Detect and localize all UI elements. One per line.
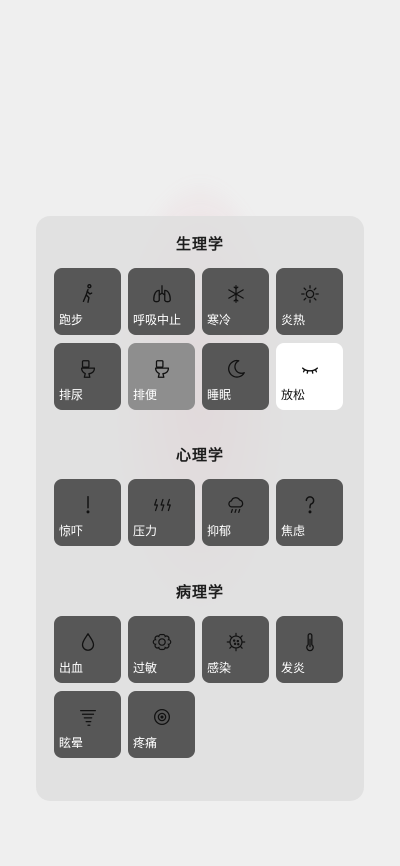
tile-label: 跑步 <box>59 313 84 327</box>
tile-apnea[interactable]: 呼吸中止 <box>128 268 195 335</box>
running-figure-icon <box>54 282 121 306</box>
rain-cloud-icon <box>202 493 269 517</box>
toilet-icon <box>54 357 121 381</box>
tile-anxiety[interactable]: 焦虑 <box>276 479 343 546</box>
tile-pain[interactable]: 疼痛 <box>128 691 195 758</box>
tile-sleep[interactable]: 睡眠 <box>202 343 269 410</box>
target-icon <box>128 705 195 729</box>
lightning-icon <box>128 493 195 517</box>
tile-infection[interactable]: 感染 <box>202 616 269 683</box>
tile-hot[interactable]: 炎热 <box>276 268 343 335</box>
tile-bleeding[interactable]: 出血 <box>54 616 121 683</box>
tile-dizziness[interactable]: 眩晕 <box>54 691 121 758</box>
tile-label: 焦虑 <box>281 524 306 538</box>
sun-icon <box>276 282 343 306</box>
tile-running[interactable]: 跑步 <box>54 268 121 335</box>
tile-label: 寒冷 <box>207 313 232 327</box>
tile-stress[interactable]: 压力 <box>128 479 195 546</box>
tile-fright[interactable]: 惊吓 <box>54 479 121 546</box>
tile-depression[interactable]: 抑郁 <box>202 479 269 546</box>
tile-label: 出血 <box>59 661 84 675</box>
tile-label: 排便 <box>133 388 158 402</box>
section-title-pathology: 病理学 <box>175 583 224 601</box>
section-title-physiology: 生理学 <box>175 235 224 253</box>
moon-icon <box>202 357 269 381</box>
exclamation-icon <box>54 493 121 517</box>
tornado-icon <box>54 705 121 729</box>
tile-label: 感染 <box>207 661 232 675</box>
tile-label: 发炎 <box>281 661 306 675</box>
virus-icon <box>202 630 269 654</box>
tile-defecation[interactable]: 排便 <box>128 343 195 410</box>
tile-label: 过敏 <box>133 661 158 675</box>
tile-label: 惊吓 <box>59 524 84 538</box>
tile-label: 抑郁 <box>207 524 232 538</box>
tile-label: 压力 <box>133 524 158 538</box>
lungs-icon <box>128 282 195 306</box>
category-panel: 生理学 跑步 呼吸中止 寒冷 炎热 排尿 排便 睡眠 放松 心理学 惊吓 压力 … <box>36 216 364 801</box>
tile-label: 炎热 <box>281 313 306 327</box>
snowflake-icon <box>202 282 269 306</box>
tile-relax[interactable]: 放松 <box>276 343 343 410</box>
tile-allergy[interactable]: 过敏 <box>128 616 195 683</box>
flower-icon <box>128 630 195 654</box>
tile-label: 呼吸中止 <box>133 313 182 327</box>
thermometer-icon <box>276 630 343 654</box>
drop-icon <box>54 630 121 654</box>
tile-label: 眩晕 <box>59 736 84 750</box>
question-icon <box>276 493 343 517</box>
closed-eye-icon <box>276 357 343 381</box>
tile-fever[interactable]: 发炎 <box>276 616 343 683</box>
tile-label: 排尿 <box>59 388 84 402</box>
section-title-psychology: 心理学 <box>175 446 224 464</box>
tile-urination[interactable]: 排尿 <box>54 343 121 410</box>
tile-cold[interactable]: 寒冷 <box>202 268 269 335</box>
toilet-icon <box>128 357 195 381</box>
tile-label: 放松 <box>281 388 306 402</box>
tile-label: 睡眠 <box>207 388 232 402</box>
tile-label: 疼痛 <box>133 736 158 750</box>
